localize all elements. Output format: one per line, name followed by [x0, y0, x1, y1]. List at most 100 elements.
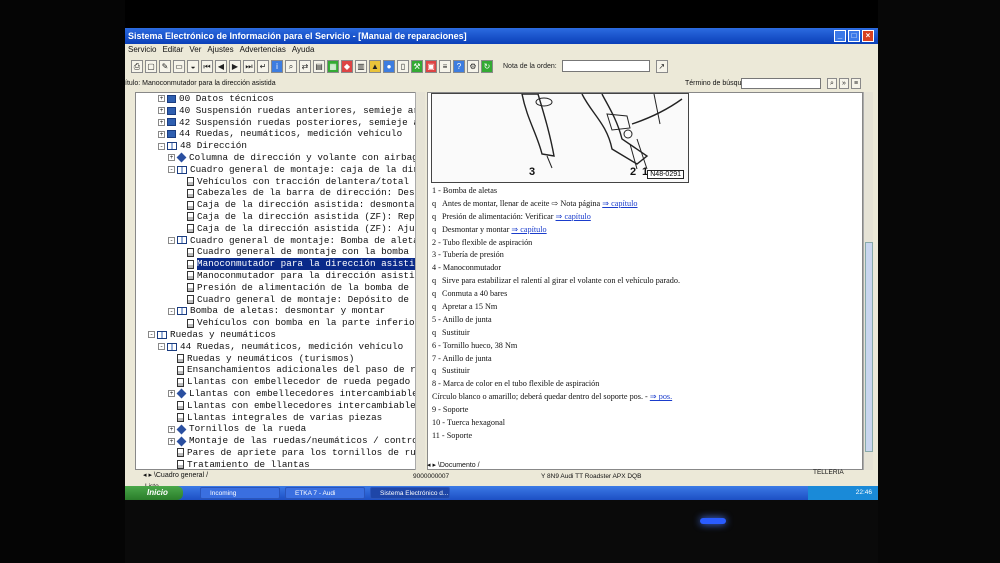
chapter-link[interactable]: ⇒ capítulo — [556, 212, 591, 221]
expand-icon[interactable]: + — [168, 425, 175, 433]
last-page-icon[interactable]: ⏭ — [243, 59, 255, 73]
window-titlebar[interactable]: Sistema Electrónico de Información para … — [125, 28, 878, 44]
find-icon[interactable]: ⌕ — [285, 59, 297, 73]
menu-advertencias[interactable]: Advertencias — [240, 44, 286, 55]
tree-item[interactable]: - Cuadro general de montaje: caja de la d… — [136, 164, 424, 176]
repair-icon[interactable]: ◆ — [341, 59, 353, 73]
expand-icon[interactable]: + — [168, 390, 175, 398]
minimize-button[interactable]: _ — [834, 30, 846, 42]
tree-item[interactable]: Tratamiento de llantas — [136, 459, 424, 469]
tree-item[interactable]: Presión de alimentación de la bomba de a — [136, 282, 424, 294]
tree-item[interactable]: + Tornillos de la rueda — [136, 423, 424, 435]
car-icon[interactable]: ◒ — [187, 59, 199, 73]
prev-page-icon[interactable]: ◀ — [215, 59, 227, 73]
sync-icon[interactable]: ⇄ — [299, 59, 311, 73]
expand-icon[interactable]: + — [158, 118, 165, 126]
tree-item[interactable]: Manoconmutador para la dirección asistid — [136, 258, 424, 270]
scrollbar-thumb[interactable] — [865, 242, 873, 452]
alert-icon[interactable]: ▣ — [425, 59, 437, 73]
print-icon[interactable]: ⎙ — [131, 59, 143, 73]
tree-item[interactable]: Cuadro general de montaje con la bomba c — [136, 246, 424, 258]
expand-icon[interactable]: + — [158, 95, 165, 103]
expand-icon[interactable]: + — [168, 154, 175, 162]
search-next-icon[interactable]: » — [839, 78, 849, 89]
tree-item[interactable]: Cuadro general de montaje: Depósito de a — [136, 294, 424, 306]
tree-item[interactable]: +00 Datos técnicos — [136, 93, 424, 105]
tree-item[interactable]: Vehículos con tracción delantera/total — [136, 176, 424, 188]
tree-item[interactable]: Pares de apriete para los tornillos de r… — [136, 447, 424, 459]
task-etka[interactable]: ETKA 7 - Audi — [285, 487, 365, 499]
collapse-icon[interactable]: - — [168, 236, 175, 244]
menu-ayuda[interactable]: Ayuda — [292, 44, 315, 55]
tree-item[interactable]: +42 Suspensión ruedas posteriores, semie… — [136, 117, 424, 129]
page-icon[interactable]: ▯ — [397, 59, 409, 73]
chapter-link[interactable]: ⇒ capítulo — [511, 225, 546, 234]
tree-item[interactable]: + Montaje de las ruedas/neumáticos / cont… — [136, 435, 424, 447]
search-options-icon[interactable]: ≡ — [851, 78, 861, 89]
tree-item[interactable]: Caja de la dirección asistida: desmontar — [136, 199, 424, 211]
tree-item[interactable]: Llantas con embellecedores intercambiabl… — [136, 400, 424, 412]
tree-item[interactable]: - 44 Ruedas, neumáticos, medición vehícul… — [136, 341, 424, 353]
order-note-input[interactable] — [561, 60, 650, 72]
order-apply-icon[interactable]: ↗ — [655, 59, 668, 73]
edit-icon[interactable]: ✎ — [159, 59, 171, 73]
chapter-link[interactable]: ⇒ capítulo — [602, 199, 637, 208]
tree-item[interactable]: + Columna de dirección y volante con airb… — [136, 152, 424, 164]
document-scrollbar[interactable] — [863, 92, 873, 470]
collapse-icon[interactable]: - — [168, 166, 175, 174]
tab-document[interactable]: Documento — [440, 462, 476, 469]
tree-scrollbar[interactable] — [415, 92, 425, 470]
tree-item[interactable]: Ensanchamientos adicionales del paso de … — [136, 364, 424, 376]
search-icon[interactable]: ⌕ — [827, 78, 837, 89]
tree-item[interactable]: - Ruedas y neumáticos — [136, 329, 424, 341]
info-icon[interactable]: i — [271, 59, 283, 73]
list-icon[interactable]: ≡ — [439, 59, 451, 73]
return-icon[interactable]: ↵ — [257, 59, 269, 73]
settings-icon[interactable]: ⚙ — [467, 59, 479, 73]
collapse-icon[interactable]: - — [158, 142, 165, 150]
start-button[interactable]: Inicio — [125, 486, 183, 500]
new-document-icon[interactable]: ▢ — [145, 59, 157, 73]
refresh-icon[interactable]: ↻ — [481, 59, 493, 73]
warning-icon[interactable]: ▲ — [369, 59, 381, 73]
tree-item[interactable]: Cabezales de la barra de dirección: Desm — [136, 187, 424, 199]
tree-item[interactable]: Llantas con embellecedor de rueda pegado — [136, 376, 424, 388]
tree-item[interactable]: - Cuadro general de montaje: Bomba de ale… — [136, 235, 424, 247]
expand-icon[interactable]: + — [158, 107, 165, 115]
menu-editar[interactable]: Editar — [162, 44, 183, 55]
first-page-icon[interactable]: ⏮ — [201, 59, 213, 73]
vehicle-icon[interactable]: ▭ — [173, 59, 185, 73]
menu-ver[interactable]: Ver — [189, 44, 201, 55]
tree-item[interactable]: Llantas integrales de varias piezas — [136, 412, 424, 424]
next-page-icon[interactable]: ▶ — [229, 59, 241, 73]
search-input[interactable] — [741, 78, 821, 89]
tree-item[interactable]: - Bomba de aletas: desmontar y montar — [136, 305, 424, 317]
tree-item[interactable]: Vehículos con bomba en la parte inferior — [136, 317, 424, 329]
globe-icon[interactable]: ● — [383, 59, 395, 73]
tree-item[interactable]: + Llantas con embellecedores intercambiab… — [136, 388, 424, 400]
tree-item[interactable]: +40 Suspensión ruedas anteriores, semiej… — [136, 105, 424, 117]
close-button[interactable]: × — [862, 30, 874, 42]
manual-icon[interactable]: ▦ — [327, 59, 339, 73]
task-incoming[interactable]: Incoming — [200, 487, 280, 499]
expand-icon[interactable]: + — [168, 437, 175, 445]
help-icon[interactable]: ? — [453, 59, 465, 73]
menu-ajustes[interactable]: Ajustes — [207, 44, 233, 55]
menu-servicio[interactable]: Servicio — [128, 44, 156, 55]
task-elsa[interactable]: Sistema Electrónico d... — [370, 487, 450, 499]
tree-item[interactable]: +44 Ruedas, neumáticos, medición vehícul… — [136, 128, 424, 140]
chapter-link[interactable]: ⇒ pos. — [650, 392, 672, 401]
tree-item[interactable]: Caja de la dirección asistida (ZF): Repe — [136, 211, 424, 223]
collapse-icon[interactable]: - — [168, 307, 175, 315]
tree-item[interactable]: - 48 Dirección — [136, 140, 424, 152]
tree-item[interactable]: Caja de la dirección asistida (ZF): Ajus — [136, 223, 424, 235]
grid-icon[interactable]: ▥ — [355, 59, 367, 73]
tool-icon[interactable]: ⚒ — [411, 59, 423, 73]
tree-item[interactable]: Ruedas y neumáticos (turismos) — [136, 353, 424, 365]
maximize-button[interactable]: □ — [848, 30, 860, 42]
collapse-icon[interactable]: - — [158, 343, 165, 351]
tree-item[interactable]: Manoconmutador para la dirección asistic — [136, 270, 424, 282]
expand-icon[interactable]: + — [158, 130, 165, 138]
collapse-icon[interactable]: - — [148, 331, 155, 339]
view-icon[interactable]: ▤ — [313, 59, 325, 73]
